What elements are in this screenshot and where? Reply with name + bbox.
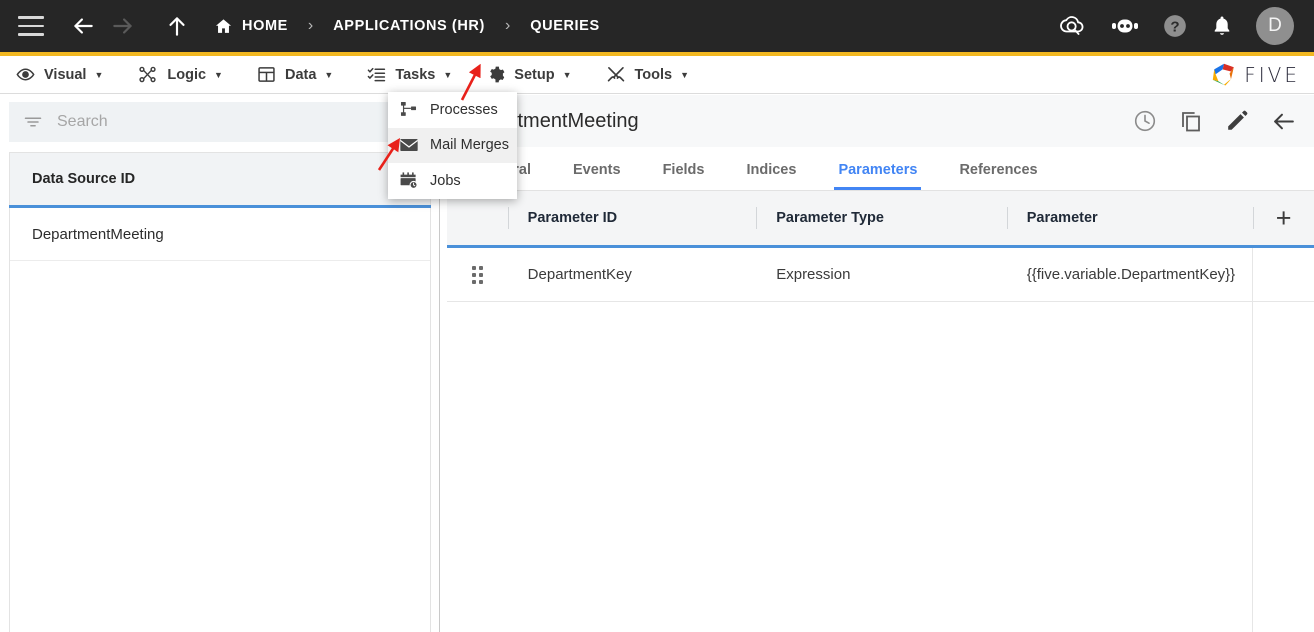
tab-indices[interactable]: Indices xyxy=(732,162,810,190)
menu-label-data: Data xyxy=(284,66,317,83)
tasks-dropdown-menu: Processes Mail Merges Jobs xyxy=(388,92,517,199)
menu-item-logic[interactable]: Logic ▼ xyxy=(137,65,223,84)
breadcrumb-label-queries: QUERIES xyxy=(530,18,600,34)
tab-references[interactable]: References xyxy=(945,162,1051,190)
process-flow-icon xyxy=(399,100,419,119)
history-clock-icon[interactable] xyxy=(1133,109,1157,133)
header-cell-drag xyxy=(447,191,508,245)
breadcrumb-separator-2: › xyxy=(504,17,511,34)
menu-item-visual[interactable]: Visual ▼ xyxy=(16,65,103,84)
breadcrumb-separator-1: › xyxy=(307,17,314,34)
arrow-right-icon[interactable] xyxy=(106,9,140,43)
menu-label-tasks: Tasks xyxy=(395,66,436,83)
avatar[interactable]: D xyxy=(1256,7,1294,45)
table-row[interactable]: DepartmentKey Expression {{five.variable… xyxy=(447,248,1314,302)
cell-parameter-id: DepartmentKey xyxy=(527,266,632,283)
cell-parameter: {{five.variable.DepartmentKey}} xyxy=(1026,266,1236,283)
tab-fields[interactable]: Fields xyxy=(649,162,719,190)
help-icon[interactable]: ? xyxy=(1162,13,1188,39)
table-last-column-spacer xyxy=(1252,248,1314,632)
breadcrumb: HOME › APPLICATIONS (HR) › QUERIES xyxy=(214,17,600,36)
back-arrow-icon[interactable] xyxy=(1271,109,1296,134)
menu-bar: Visual ▼ Logic ▼ Data ▼ Tasks ▼ Setup ▼ xyxy=(0,56,1314,94)
menu-label-logic: Logic xyxy=(167,66,207,83)
breadcrumb-item-queries[interactable]: QUERIES xyxy=(530,18,599,34)
logic-nodes-icon xyxy=(137,65,158,84)
filter-icon[interactable] xyxy=(23,112,43,132)
drag-dots-icon[interactable] xyxy=(447,248,508,301)
chevron-down-icon: ▼ xyxy=(94,69,104,80)
menu-item-setup[interactable]: Setup ▼ xyxy=(486,65,572,84)
eye-icon xyxy=(16,65,35,84)
left-panel: Data Source ID DepartmentMeeting Total R… xyxy=(0,95,440,632)
menu-label-processes: Processes xyxy=(430,101,498,118)
breadcrumb-item-home[interactable]: HOME xyxy=(214,17,288,36)
gear-icon xyxy=(486,65,505,84)
detail-tabs: General Events Fields Indices Parameters… xyxy=(441,147,1314,191)
top-bar-actions: ? D xyxy=(1058,7,1300,45)
menu-label-tools: Tools xyxy=(634,66,673,83)
breadcrumb-item-applications[interactable]: APPLICATIONS (HR) xyxy=(333,18,485,34)
five-logo-text: FIVE xyxy=(1244,63,1300,87)
parameters-table-body: DepartmentKey Expression {{five.variable… xyxy=(447,248,1314,632)
column-divider xyxy=(507,207,509,229)
tab-events[interactable]: Events xyxy=(559,162,635,190)
chevron-down-icon: ▼ xyxy=(324,69,334,80)
column-divider xyxy=(756,207,758,229)
cloud-search-icon[interactable] xyxy=(1058,13,1088,39)
header-cell-parameter[interactable]: Parameter xyxy=(1006,191,1254,245)
breadcrumb-label-home: HOME xyxy=(242,18,288,34)
top-bar: HOME › APPLICATIONS (HR) › QUERIES ? D xyxy=(0,0,1314,52)
detail-panel: DepartmentMeeting General Events Fields … xyxy=(441,95,1314,632)
five-logo: FIVE xyxy=(1210,61,1300,89)
parameters-table-header: Parameter ID Parameter Type Parameter + xyxy=(447,191,1314,245)
menu-label-visual: Visual xyxy=(44,66,87,83)
tools-icon xyxy=(606,65,626,84)
envelope-icon xyxy=(399,135,419,155)
menu-item-jobs[interactable]: Jobs xyxy=(388,163,517,199)
copy-icon[interactable] xyxy=(1179,109,1203,133)
menu-item-data[interactable]: Data ▼ xyxy=(257,65,333,84)
column-divider xyxy=(1253,207,1255,229)
home-icon xyxy=(214,17,233,36)
breadcrumb-label-applications: APPLICATIONS (HR) xyxy=(333,18,485,34)
grid-column-header-data-source-id[interactable]: Data Source ID xyxy=(9,152,431,205)
robot-icon[interactable] xyxy=(1110,14,1140,38)
column-divider xyxy=(1006,207,1008,229)
edit-pencil-icon[interactable] xyxy=(1225,109,1249,133)
data-source-list: DepartmentMeeting xyxy=(9,208,431,632)
detail-header: DepartmentMeeting xyxy=(441,95,1314,147)
cell-parameter-type: Expression xyxy=(776,266,851,283)
chevron-down-icon: ▼ xyxy=(680,69,690,80)
checklist-icon xyxy=(367,65,386,84)
arrow-up-icon[interactable] xyxy=(160,9,194,43)
header-cell-parameter-id[interactable]: Parameter ID xyxy=(507,191,757,245)
search-box[interactable] xyxy=(9,102,431,142)
tab-parameters[interactable]: Parameters xyxy=(824,162,931,190)
add-parameter-button[interactable]: + xyxy=(1276,204,1292,232)
arrow-left-icon[interactable] xyxy=(66,9,100,43)
menu-item-processes[interactable]: Processes xyxy=(388,92,517,128)
table-grid-icon xyxy=(257,65,276,84)
hamburger-icon[interactable] xyxy=(18,16,44,36)
header-cell-parameter-type[interactable]: Parameter Type xyxy=(756,191,1007,245)
menu-label-jobs: Jobs xyxy=(430,172,461,189)
menu-item-tools[interactable]: Tools ▼ xyxy=(606,65,690,84)
header-cell-add: + xyxy=(1253,191,1314,245)
menu-item-mail-merges[interactable]: Mail Merges xyxy=(388,127,517,164)
search-input[interactable] xyxy=(57,113,395,131)
svg-text:?: ? xyxy=(1170,18,1179,35)
five-pinwheel-icon xyxy=(1213,63,1235,86)
detail-actions xyxy=(1133,109,1296,134)
menu-label-mail-merges: Mail Merges xyxy=(430,137,509,154)
chevron-down-icon: ▼ xyxy=(562,69,572,80)
notifications-bell-icon[interactable] xyxy=(1210,14,1234,38)
list-item[interactable]: DepartmentMeeting xyxy=(10,208,430,261)
menu-item-tasks[interactable]: Tasks ▼ xyxy=(367,65,452,84)
menu-label-setup: Setup xyxy=(514,66,555,83)
chevron-down-icon: ▼ xyxy=(214,69,223,80)
chevron-down-icon: ▼ xyxy=(443,69,453,80)
calendar-clock-icon xyxy=(399,171,419,190)
